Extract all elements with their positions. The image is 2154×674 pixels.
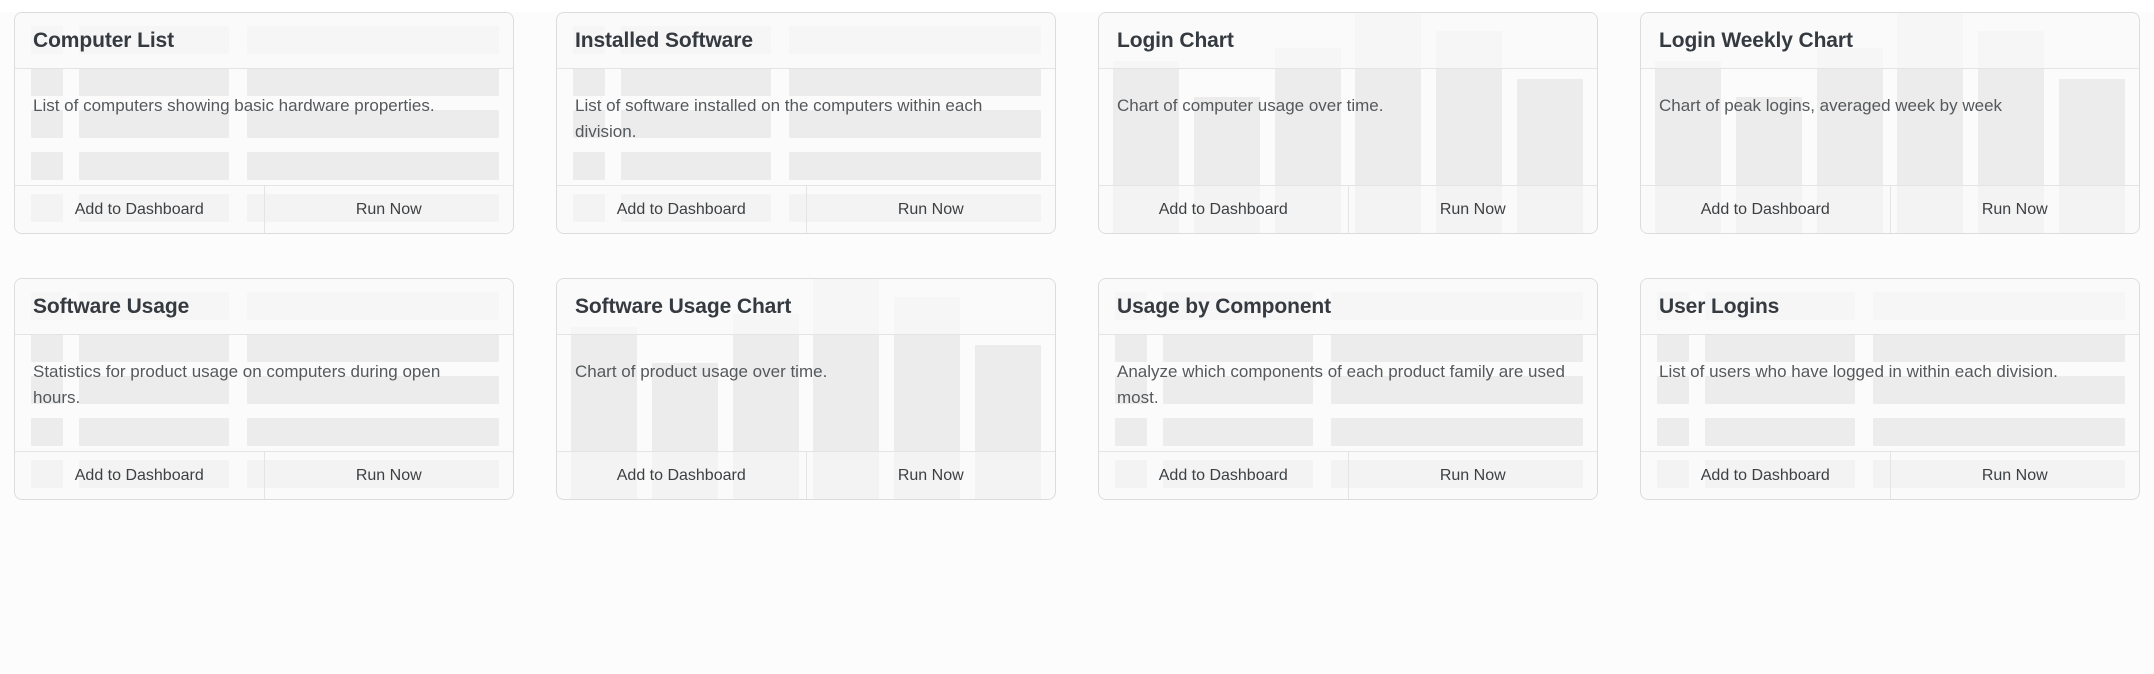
card-header: User Logins <box>1641 279 2139 335</box>
report-card-grid: Computer List List of computers showing b… <box>14 12 2140 500</box>
card-footer: Add to Dashboard Run Now <box>1099 185 1597 233</box>
run-now-button[interactable]: Run Now <box>1347 186 1598 233</box>
add-to-dashboard-button[interactable]: Add to Dashboard <box>15 186 264 233</box>
run-now-button[interactable]: Run Now <box>1889 186 2140 233</box>
card-footer: Add to Dashboard Run Now <box>557 185 1055 233</box>
card-title: Installed Software <box>575 28 753 52</box>
card-footer: Add to Dashboard Run Now <box>15 451 513 499</box>
card-title: Usage by Component <box>1117 294 1332 318</box>
run-now-button[interactable]: Run Now <box>263 452 514 499</box>
run-now-button[interactable]: Run Now <box>1347 452 1598 499</box>
add-to-dashboard-button[interactable]: Add to Dashboard <box>15 452 264 499</box>
report-card[interactable]: User Logins List of users who have logged… <box>1640 278 2140 500</box>
card-footer: Add to Dashboard Run Now <box>1099 451 1597 499</box>
run-now-button[interactable]: Run Now <box>263 186 514 233</box>
add-to-dashboard-button[interactable]: Add to Dashboard <box>1099 452 1348 499</box>
card-header: Software Usage Chart <box>557 279 1055 335</box>
card-title: User Logins <box>1659 294 1780 318</box>
card-body: List of users who have logged in within … <box>1641 335 2139 451</box>
card-footer: Add to Dashboard Run Now <box>1641 185 2139 233</box>
report-card[interactable]: Login Weekly Chart Chart of peak logins, … <box>1640 12 2140 234</box>
card-header: Installed Software <box>557 13 1055 69</box>
add-to-dashboard-button[interactable]: Add to Dashboard <box>557 186 806 233</box>
add-to-dashboard-button[interactable]: Add to Dashboard <box>557 452 806 499</box>
card-title: Software Usage <box>33 294 190 318</box>
card-description: Statistics for product usage on computer… <box>33 362 441 407</box>
card-footer: Add to Dashboard Run Now <box>557 451 1055 499</box>
report-card[interactable]: Computer List List of computers showing b… <box>14 12 514 234</box>
card-footer: Add to Dashboard Run Now <box>15 185 513 233</box>
add-to-dashboard-button[interactable]: Add to Dashboard <box>1641 186 1890 233</box>
card-body: Statistics for product usage on computer… <box>15 335 513 451</box>
card-body: List of computers showing basic hardware… <box>15 69 513 185</box>
card-header: Computer List <box>15 13 513 69</box>
run-now-button[interactable]: Run Now <box>805 186 1056 233</box>
report-card[interactable]: Usage by Component Analyze which componen… <box>1098 278 1598 500</box>
card-description: List of computers showing basic hardware… <box>33 96 435 115</box>
add-to-dashboard-button[interactable]: Add to Dashboard <box>1641 452 1890 499</box>
card-body: Chart of peak logins, averaged week by w… <box>1641 69 2139 185</box>
report-card[interactable]: Software Usage Statistics for product usa… <box>14 278 514 500</box>
report-gallery-page: Computer List List of computers showing b… <box>0 0 2154 674</box>
card-description: Analyze which components of each product… <box>1117 362 1565 407</box>
run-now-button[interactable]: Run Now <box>1889 452 2140 499</box>
card-description: Chart of peak logins, averaged week by w… <box>1659 96 2003 115</box>
card-description: Chart of computer usage over time. <box>1117 96 1384 115</box>
card-description: List of users who have logged in within … <box>1659 362 2058 381</box>
add-to-dashboard-button[interactable]: Add to Dashboard <box>1099 186 1348 233</box>
card-description: Chart of product usage over time. <box>575 362 828 381</box>
report-card[interactable]: Login Chart Chart of computer usage over … <box>1098 12 1598 234</box>
card-header: Usage by Component <box>1099 279 1597 335</box>
report-card[interactable]: Installed Software List of software insta… <box>556 12 1056 234</box>
card-header: Login Chart <box>1099 13 1597 69</box>
report-card[interactable]: Software Usage Chart Chart of product usa… <box>556 278 1056 500</box>
card-title: Login Chart <box>1117 28 1234 52</box>
run-now-button[interactable]: Run Now <box>805 452 1056 499</box>
card-footer: Add to Dashboard Run Now <box>1641 451 2139 499</box>
card-title: Computer List <box>33 28 175 52</box>
card-header: Login Weekly Chart <box>1641 13 2139 69</box>
card-body: Chart of product usage over time. <box>557 335 1055 451</box>
card-title: Login Weekly Chart <box>1659 28 1853 52</box>
card-title: Software Usage Chart <box>575 294 792 318</box>
card-header: Software Usage <box>15 279 513 335</box>
card-body: Analyze which components of each product… <box>1099 335 1597 451</box>
card-body: Chart of computer usage over time. <box>1099 69 1597 185</box>
card-body: List of software installed on the comput… <box>557 69 1055 185</box>
card-description: List of software installed on the comput… <box>575 96 983 141</box>
